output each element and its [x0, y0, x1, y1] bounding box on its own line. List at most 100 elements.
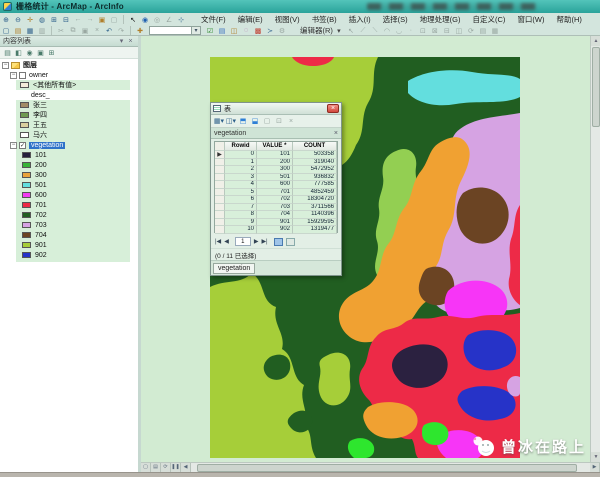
row-selector[interactable]: ▶	[215, 151, 225, 159]
paste-icon[interactable]: ▣	[80, 26, 91, 36]
scroll-up-icon[interactable]: ▲	[591, 36, 600, 46]
record-number-input[interactable]: 1	[234, 237, 251, 246]
toc-item-owner[interactable]: − owner	[10, 70, 48, 80]
legend-swatch-200[interactable]	[22, 162, 31, 168]
legend-swatch-101[interactable]	[22, 152, 31, 158]
straight-segment-icon[interactable]: ⟍	[369, 26, 380, 36]
edit-annotation-icon[interactable]: ⟋	[357, 26, 368, 36]
table-row[interactable]: 9 901 15929595	[215, 218, 337, 226]
legend-swatch-902[interactable]	[22, 252, 31, 258]
first-record-icon[interactable]: |◀	[215, 238, 221, 245]
legend-item-600[interactable]: 600	[22, 190, 47, 200]
pause-drawing-button[interactable]: ❚❚	[171, 463, 181, 472]
column-header-rowid[interactable]: Rowid	[225, 142, 257, 151]
toc-item-lisi[interactable]: 李四	[20, 110, 47, 120]
redo-icon[interactable]: ↷	[116, 26, 127, 36]
titlebar[interactable]: 栅格统计 - ArcMap - ArcInfo	[0, 0, 600, 13]
attributes-icon[interactable]: ▤	[477, 26, 488, 36]
collapse-icon[interactable]: −	[10, 141, 17, 149]
collapse-icon[interactable]: −	[10, 71, 17, 79]
toc-item-layers[interactable]: − 图层	[2, 60, 37, 70]
row-selector[interactable]	[215, 203, 225, 211]
legend-item-901[interactable]: 901	[22, 240, 47, 250]
column-header-value[interactable]: VALUE *	[257, 142, 293, 151]
show-selected-records-icon[interactable]	[285, 237, 295, 246]
table-options-icon[interactable]: ▦▾	[214, 116, 225, 127]
table-row[interactable]: 2 300 5472952	[215, 166, 337, 174]
go-to-xy-icon[interactable]: ⊹	[176, 15, 187, 25]
row-selector[interactable]	[215, 188, 225, 196]
vertical-scroll-thumb[interactable]	[592, 47, 600, 127]
table-row[interactable]: 7 703 3711566	[215, 203, 337, 211]
layout-view-button[interactable]: ▤	[151, 463, 161, 472]
editor-toolbar-toggle-icon[interactable]: ☑	[205, 26, 216, 36]
last-record-icon[interactable]: ▶|	[261, 238, 267, 245]
legend-item-200[interactable]: 200	[22, 160, 47, 170]
all-other-values-swatch[interactable]	[20, 82, 29, 88]
add-data-icon[interactable]: ✚	[135, 26, 146, 36]
legend-item-704[interactable]: 704	[22, 230, 47, 240]
menu-view[interactable]: 视图(V)	[269, 14, 306, 25]
undo-icon[interactable]: ↶	[104, 26, 115, 36]
search-icon[interactable]: ◌	[241, 26, 252, 36]
legend-item-101[interactable]: 101	[22, 150, 47, 160]
legend-item-501[interactable]: 501	[22, 180, 47, 190]
table-window-titlebar[interactable]: 表 ×	[211, 103, 341, 115]
previous-record-icon[interactable]: ◀	[224, 238, 229, 245]
row-selector[interactable]	[215, 218, 225, 226]
table-row[interactable]: 6 702 18304720	[215, 196, 337, 204]
legend-item-300[interactable]: 300	[22, 170, 47, 180]
attribute-table-window[interactable]: 表 × ▦▾ ◫▾ ⬒ ⬓ ▢ ⊡ × vegetation × Rowid V…	[210, 102, 342, 276]
legend-swatch-901[interactable]	[22, 242, 31, 248]
column-header-count[interactable]: COUNT	[293, 142, 337, 151]
toc-item-maliu[interactable]: 马六	[20, 130, 47, 140]
toc-item-desc-field[interactable]: desc_	[31, 90, 50, 100]
row-selector[interactable]	[215, 158, 225, 166]
save-icon[interactable]: ▦	[25, 26, 36, 36]
fixed-zoom-in-icon[interactable]: ⊞	[49, 15, 60, 25]
legend-swatch-701[interactable]	[22, 202, 31, 208]
legend-item-701[interactable]: 701	[22, 200, 47, 210]
map-scale-combo[interactable]: ▾	[149, 26, 201, 35]
toc-item-wangwu[interactable]: 王五	[20, 120, 47, 130]
legend-swatch-600[interactable]	[22, 192, 31, 198]
toc-item-zhangsan[interactable]: 张三	[20, 100, 47, 110]
table-row[interactable]: 8 704 1140396	[215, 211, 337, 219]
measure-icon[interactable]: ∠	[164, 15, 175, 25]
combo-dropdown-icon[interactable]: ▾	[191, 27, 200, 34]
reshape-icon[interactable]: ⊠	[429, 26, 440, 36]
close-icon[interactable]: ×	[327, 104, 339, 113]
pin-icon[interactable]: ▾	[117, 37, 126, 45]
row-selector[interactable]	[215, 181, 225, 189]
model-builder-icon[interactable]: ⚙	[277, 26, 288, 36]
toc-panel-header[interactable]: 内容列表 ▾ ×	[0, 36, 138, 47]
table-of-contents-icon[interactable]: ▤	[217, 26, 228, 36]
menu-customize[interactable]: 自定义(C)	[467, 14, 512, 25]
table-tab-label[interactable]: vegetation	[214, 130, 246, 137]
toc-item-vegetation[interactable]: − ✓ vegetation	[10, 140, 66, 150]
clear-selection-table-icon[interactable]: ▢	[262, 116, 273, 127]
row-selector[interactable]	[215, 173, 225, 181]
select-elements-icon[interactable]: ↖	[128, 15, 139, 25]
table-bottom-tab-vegetation[interactable]: vegetation	[213, 262, 256, 274]
toc-list-by-selection-icon[interactable]: ▣	[36, 48, 46, 58]
go-forward-extent-icon[interactable]: →	[85, 15, 96, 25]
identify-icon[interactable]: ◉	[140, 15, 151, 25]
legend-item-702[interactable]: 702	[22, 210, 47, 220]
horizontal-scrollbar[interactable]: ▢ ▤ ⟳ ❚❚ ◀ ▶	[141, 462, 600, 472]
toc-list-by-source-icon[interactable]: ◧	[14, 48, 24, 58]
legend-swatch-702[interactable]	[22, 212, 31, 218]
legend-swatch-300[interactable]	[22, 172, 31, 178]
maliu-swatch[interactable]	[20, 132, 29, 138]
open-document-icon[interactable]: ▤	[13, 26, 24, 36]
editor-toolbar-label[interactable]: 编辑器(R)	[300, 25, 333, 36]
select-by-attributes-icon[interactable]: ⬒	[238, 116, 249, 127]
table-row[interactable]: 10 902 1319477	[215, 226, 337, 234]
new-document-icon[interactable]: ▢	[1, 26, 12, 36]
collapse-icon[interactable]: −	[2, 61, 9, 69]
menu-bookmarks[interactable]: 书签(B)	[306, 14, 343, 25]
go-back-extent-icon[interactable]: ←	[73, 15, 84, 25]
table-row[interactable]: 5 701 4852459	[215, 188, 337, 196]
point-icon[interactable]: ∙	[405, 26, 416, 36]
map-area[interactable]: 表 × ▦▾ ◫▾ ⬒ ⬓ ▢ ⊡ × vegetation × Rowid V…	[141, 36, 590, 462]
